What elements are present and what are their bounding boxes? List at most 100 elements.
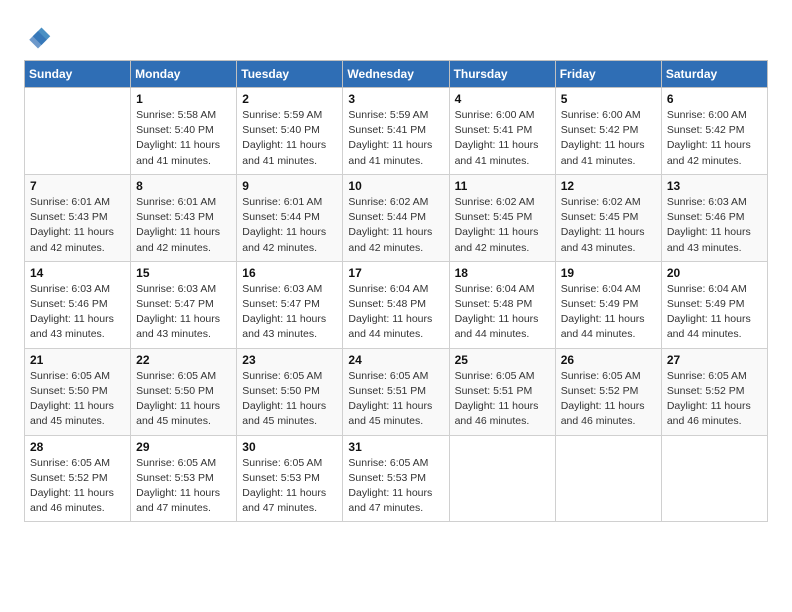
header: [24, 20, 768, 52]
weekday-header: Monday: [131, 61, 237, 88]
calendar-cell: [25, 88, 131, 175]
calendar-cell: 23 Sunrise: 6:05 AMSunset: 5:50 PMDayligh…: [237, 348, 343, 435]
day-number: 18: [455, 266, 550, 280]
calendar-cell: 17Sunrise: 6:04 AMSunset: 5:48 PMDayligh…: [343, 261, 449, 348]
calendar-cell: 15Sunrise: 6:03 AMSunset: 5:47 PMDayligh…: [131, 261, 237, 348]
calendar-week-row: 1 Sunrise: 5:58 AMSunset: 5:40 PMDaylight…: [25, 88, 768, 175]
day-number: 28: [30, 440, 125, 454]
calendar-cell: 21 Sunrise: 6:05 AMSunset: 5:50 PMDayligh…: [25, 348, 131, 435]
day-info: Sunrise: 6:05 AMSunset: 5:51 PMDaylight:…: [455, 369, 550, 430]
day-info: Sunrise: 6:04 AMSunset: 5:49 PMDaylight:…: [561, 282, 656, 343]
day-info: Sunrise: 6:00 AMSunset: 5:41 PMDaylight:…: [455, 108, 550, 169]
day-number: 27: [667, 353, 762, 367]
day-info: Sunrise: 5:58 AMSunset: 5:40 PMDaylight:…: [136, 108, 231, 169]
calendar-table: SundayMondayTuesdayWednesdayThursdayFrid…: [24, 60, 768, 522]
day-number: 31: [348, 440, 443, 454]
calendar-cell: 6Sunrise: 6:00 AMSunset: 5:42 PMDaylight…: [661, 88, 767, 175]
weekday-header: Sunday: [25, 61, 131, 88]
calendar-cell: 7 Sunrise: 6:01 AMSunset: 5:43 PMDaylight…: [25, 174, 131, 261]
day-info: Sunrise: 6:03 AMSunset: 5:46 PMDaylight:…: [667, 195, 762, 256]
calendar-cell: 29Sunrise: 6:05 AMSunset: 5:53 PMDayligh…: [131, 435, 237, 522]
calendar-cell: [661, 435, 767, 522]
day-number: 9: [242, 179, 337, 193]
logo: [24, 24, 56, 52]
day-info: Sunrise: 6:03 AMSunset: 5:47 PMDaylight:…: [136, 282, 231, 343]
day-number: 17: [348, 266, 443, 280]
day-number: 21: [30, 353, 125, 367]
logo-icon: [24, 24, 52, 52]
day-info: Sunrise: 6:05 AMSunset: 5:52 PMDaylight:…: [667, 369, 762, 430]
day-number: 2: [242, 92, 337, 106]
calendar-week-row: 14 Sunrise: 6:03 AMSunset: 5:46 PMDayligh…: [25, 261, 768, 348]
weekday-header: Saturday: [661, 61, 767, 88]
weekday-header: Tuesday: [237, 61, 343, 88]
day-number: 5: [561, 92, 656, 106]
day-number: 23: [242, 353, 337, 367]
calendar-header: SundayMondayTuesdayWednesdayThursdayFrid…: [25, 61, 768, 88]
day-number: 11: [455, 179, 550, 193]
day-info: Sunrise: 6:05 AMSunset: 5:52 PMDaylight:…: [561, 369, 656, 430]
calendar-cell: 22Sunrise: 6:05 AMSunset: 5:50 PMDayligh…: [131, 348, 237, 435]
weekday-header: Thursday: [449, 61, 555, 88]
calendar-cell: 9 Sunrise: 6:01 AMSunset: 5:44 PMDaylight…: [237, 174, 343, 261]
calendar-cell: 18 Sunrise: 6:04 AMSunset: 5:48 PMDayligh…: [449, 261, 555, 348]
day-info: Sunrise: 6:05 AMSunset: 5:50 PMDaylight:…: [242, 369, 337, 430]
calendar-cell: 13 Sunrise: 6:03 AMSunset: 5:46 PMDayligh…: [661, 174, 767, 261]
day-info: Sunrise: 6:03 AMSunset: 5:46 PMDaylight:…: [30, 282, 125, 343]
calendar-cell: 20Sunrise: 6:04 AMSunset: 5:49 PMDayligh…: [661, 261, 767, 348]
calendar-cell: 4 Sunrise: 6:00 AMSunset: 5:41 PMDaylight…: [449, 88, 555, 175]
calendar-cell: 14 Sunrise: 6:03 AMSunset: 5:46 PMDayligh…: [25, 261, 131, 348]
day-number: 25: [455, 353, 550, 367]
calendar-cell: 8 Sunrise: 6:01 AMSunset: 5:43 PMDaylight…: [131, 174, 237, 261]
day-number: 26: [561, 353, 656, 367]
calendar-week-row: 21 Sunrise: 6:05 AMSunset: 5:50 PMDayligh…: [25, 348, 768, 435]
day-number: 30: [242, 440, 337, 454]
day-info: Sunrise: 6:01 AMSunset: 5:43 PMDaylight:…: [136, 195, 231, 256]
day-number: 3: [348, 92, 443, 106]
day-info: Sunrise: 6:02 AMSunset: 5:45 PMDaylight:…: [561, 195, 656, 256]
weekday-header: Friday: [555, 61, 661, 88]
calendar-body: 1 Sunrise: 5:58 AMSunset: 5:40 PMDaylight…: [25, 88, 768, 522]
day-number: 4: [455, 92, 550, 106]
day-info: Sunrise: 6:05 AMSunset: 5:53 PMDaylight:…: [242, 456, 337, 517]
calendar-cell: 16Sunrise: 6:03 AMSunset: 5:47 PMDayligh…: [237, 261, 343, 348]
day-number: 13: [667, 179, 762, 193]
day-number: 19: [561, 266, 656, 280]
day-info: Sunrise: 6:01 AMSunset: 5:43 PMDaylight:…: [30, 195, 125, 256]
calendar-cell: 5Sunrise: 6:00 AMSunset: 5:42 PMDaylight…: [555, 88, 661, 175]
calendar-cell: 3 Sunrise: 5:59 AMSunset: 5:41 PMDaylight…: [343, 88, 449, 175]
day-number: 12: [561, 179, 656, 193]
calendar-cell: 19 Sunrise: 6:04 AMSunset: 5:49 PMDayligh…: [555, 261, 661, 348]
day-info: Sunrise: 6:04 AMSunset: 5:48 PMDaylight:…: [455, 282, 550, 343]
calendar-cell: 26 Sunrise: 6:05 AMSunset: 5:52 PMDayligh…: [555, 348, 661, 435]
calendar-cell: 11 Sunrise: 6:02 AMSunset: 5:45 PMDayligh…: [449, 174, 555, 261]
day-info: Sunrise: 6:02 AMSunset: 5:44 PMDaylight:…: [348, 195, 443, 256]
day-info: Sunrise: 6:05 AMSunset: 5:51 PMDaylight:…: [348, 369, 443, 430]
day-info: Sunrise: 6:02 AMSunset: 5:45 PMDaylight:…: [455, 195, 550, 256]
calendar-week-row: 28Sunrise: 6:05 AMSunset: 5:52 PMDayligh…: [25, 435, 768, 522]
calendar-cell: 27 Sunrise: 6:05 AMSunset: 5:52 PMDayligh…: [661, 348, 767, 435]
weekday-header: Wednesday: [343, 61, 449, 88]
day-info: Sunrise: 5:59 AMSunset: 5:40 PMDaylight:…: [242, 108, 337, 169]
day-number: 8: [136, 179, 231, 193]
day-info: Sunrise: 6:05 AMSunset: 5:50 PMDaylight:…: [30, 369, 125, 430]
day-number: 1: [136, 92, 231, 106]
day-info: Sunrise: 6:05 AMSunset: 5:53 PMDaylight:…: [348, 456, 443, 517]
day-info: Sunrise: 6:03 AMSunset: 5:47 PMDaylight:…: [242, 282, 337, 343]
day-info: Sunrise: 6:01 AMSunset: 5:44 PMDaylight:…: [242, 195, 337, 256]
calendar-cell: [555, 435, 661, 522]
calendar-cell: 1 Sunrise: 5:58 AMSunset: 5:40 PMDaylight…: [131, 88, 237, 175]
day-info: Sunrise: 5:59 AMSunset: 5:41 PMDaylight:…: [348, 108, 443, 169]
day-info: Sunrise: 6:05 AMSunset: 5:50 PMDaylight:…: [136, 369, 231, 430]
day-number: 29: [136, 440, 231, 454]
day-number: 7: [30, 179, 125, 193]
calendar-cell: [449, 435, 555, 522]
day-number: 24: [348, 353, 443, 367]
calendar-cell: 12 Sunrise: 6:02 AMSunset: 5:45 PMDayligh…: [555, 174, 661, 261]
calendar-cell: 2 Sunrise: 5:59 AMSunset: 5:40 PMDaylight…: [237, 88, 343, 175]
day-number: 10: [348, 179, 443, 193]
day-number: 14: [30, 266, 125, 280]
calendar-cell: 31 Sunrise: 6:05 AMSunset: 5:53 PMDayligh…: [343, 435, 449, 522]
day-number: 20: [667, 266, 762, 280]
day-info: Sunrise: 6:00 AMSunset: 5:42 PMDaylight:…: [667, 108, 762, 169]
